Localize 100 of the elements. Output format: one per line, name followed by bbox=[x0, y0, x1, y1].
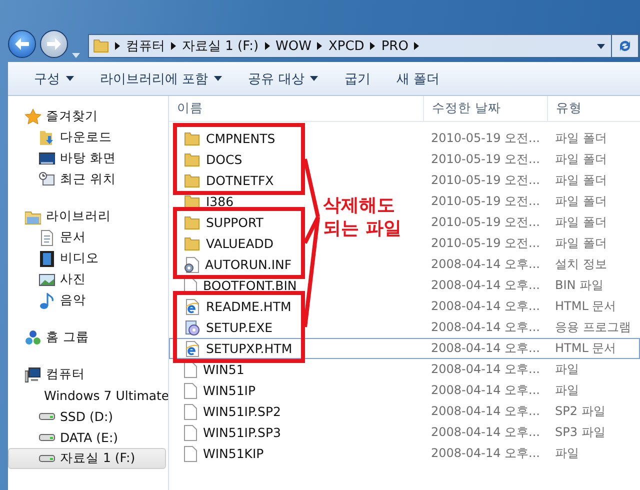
breadcrumb[interactable]: PRO bbox=[381, 38, 408, 54]
file-name-cell[interactable]: DOTNETFX bbox=[169, 170, 319, 191]
forward-arrow-icon bbox=[47, 38, 61, 50]
file-name-cell[interactable]: WIN51KIP bbox=[169, 443, 319, 464]
toolbar-button[interactable]: 새 폴더 bbox=[384, 66, 452, 92]
homegroup-icon bbox=[25, 330, 41, 346]
file-name-cell[interactable]: BOOTFONT.BIN bbox=[169, 275, 319, 296]
file-name-cell[interactable]: WIN51IP bbox=[169, 380, 319, 401]
file-name-cell[interactable]: AUTORUN.INF bbox=[169, 254, 319, 275]
file-icon bbox=[184, 424, 197, 440]
date-cell-text: 2010-05-19 오전... bbox=[430, 193, 541, 210]
caret-icon[interactable] bbox=[72, 53, 80, 58]
sidebar-item[interactable]: 비디오 bbox=[8, 248, 166, 269]
computer-icon bbox=[25, 366, 41, 382]
sidebar-item[interactable]: 라이브러리 bbox=[8, 206, 166, 227]
file-icon bbox=[184, 404, 197, 420]
folder-icon bbox=[184, 216, 200, 230]
type-cell-text: BIN 파일 bbox=[554, 277, 605, 294]
music-note-icon bbox=[39, 292, 55, 308]
file-icon bbox=[184, 446, 197, 462]
column-header[interactable]: 수정한 날짜 bbox=[423, 96, 547, 121]
sidebar-item[interactable]: 컴퓨터 bbox=[8, 364, 166, 385]
file-name-cell[interactable]: I386 bbox=[169, 191, 319, 212]
drive-icon bbox=[39, 434, 55, 441]
sidebar-item[interactable]: 바탕 화면 bbox=[8, 148, 166, 169]
library-folder-icon bbox=[25, 208, 41, 224]
type-cell-text: HTML 문서 bbox=[554, 298, 618, 315]
sidebar-item[interactable]: 문서 bbox=[8, 227, 166, 248]
chevron-icon bbox=[264, 42, 270, 50]
address-bar[interactable]: 컴퓨터 자료실 1 (F:) WOW XPCD PRO bbox=[88, 34, 640, 58]
type-cell-text: 파일 bbox=[554, 382, 580, 399]
toolbar-button[interactable]: 라이브러리에 포함 bbox=[88, 66, 234, 92]
date-cell: 2008-04-14 오후... bbox=[423, 338, 547, 359]
file-name-cell[interactable]: DOCS bbox=[169, 149, 319, 170]
breadcrumb[interactable]: 자료실 1 (F:) bbox=[182, 37, 259, 55]
type-cell-text: 설치 정보 bbox=[554, 256, 608, 273]
recent-places-icon bbox=[39, 172, 55, 188]
chevron-icon bbox=[115, 42, 120, 50]
toolbar-button[interactable]: 공유 대상 bbox=[236, 66, 330, 92]
date-cell-text: 2010-05-19 오전... bbox=[430, 151, 541, 168]
file-name-cell[interactable]: WIN51IP.SP3 bbox=[169, 422, 319, 443]
date-cell-text: 2008-04-14 오후... bbox=[430, 445, 541, 462]
file-name-cell[interactable]: README.HTM bbox=[169, 296, 319, 317]
type-cell-text: 파일 bbox=[554, 445, 580, 462]
date-cell-text: 2008-04-14 오후... bbox=[430, 382, 541, 399]
date-cell-text: 2008-04-14 오후... bbox=[430, 277, 541, 294]
sidebar-item[interactable]: SSD (D:) bbox=[8, 406, 166, 427]
sidebar-item[interactable]: 다운로드 bbox=[8, 127, 166, 148]
folder-icon bbox=[184, 152, 200, 166]
file-name-cell[interactable]: SETUP.EXE bbox=[169, 317, 319, 338]
file-name-cell[interactable]: CMPNENTS bbox=[169, 128, 319, 149]
sidebar-item[interactable]: 사진 bbox=[8, 269, 166, 290]
type-cell-text: 응용 프로그램 bbox=[554, 319, 632, 336]
folder-icon bbox=[184, 132, 200, 146]
date-cell-text: 2008-04-14 오후... bbox=[430, 403, 541, 420]
annotation-text: 삭제해도 되는 파일 bbox=[323, 194, 402, 241]
file-name-cell[interactable]: WIN51 bbox=[169, 359, 319, 380]
web-page-icon bbox=[184, 298, 200, 314]
folder-icon bbox=[184, 236, 200, 250]
type-cell-text: 파일 폴더 bbox=[554, 151, 608, 168]
forward-button[interactable] bbox=[40, 30, 68, 58]
column-header[interactable]: 이름 bbox=[169, 96, 423, 121]
sidebar-item[interactable]: DATA (E:) bbox=[8, 427, 166, 448]
back-button[interactable] bbox=[8, 30, 36, 58]
desktop-icon bbox=[39, 150, 55, 166]
web-page-icon bbox=[184, 340, 200, 356]
chevron-icon bbox=[317, 42, 322, 50]
sidebar-item[interactable]: 음악 bbox=[8, 290, 166, 311]
refresh-button[interactable] bbox=[611, 34, 639, 58]
sidebar-item[interactable]: 홈 그룹 bbox=[8, 327, 166, 348]
breadcrumb[interactable]: 컴퓨터 bbox=[126, 37, 165, 55]
film-icon bbox=[39, 250, 55, 266]
type-cell-text: 파일 폴더 bbox=[554, 193, 608, 210]
sidebar-item[interactable]: 최근 위치 bbox=[8, 169, 166, 190]
file-name-cell[interactable]: SETUPXP.HTM bbox=[169, 338, 319, 359]
file-name-cell[interactable]: WIN51IP.SP2 bbox=[169, 401, 319, 422]
download-folder-icon bbox=[39, 130, 55, 146]
date-cell-text: 2010-05-19 오전... bbox=[430, 172, 541, 189]
setup-icon bbox=[184, 320, 200, 336]
type-cell-text: 파일 bbox=[554, 361, 580, 378]
date-cell-text: 2010-05-19 오전... bbox=[430, 130, 541, 147]
document-icon bbox=[39, 230, 55, 246]
folder-icon bbox=[93, 39, 109, 53]
toolbar-button[interactable]: 굽기 bbox=[332, 66, 382, 92]
folder-icon bbox=[184, 174, 200, 188]
breadcrumb[interactable]: WOW bbox=[276, 38, 312, 54]
date-cell-text: 2008-04-14 오후... bbox=[430, 256, 541, 273]
date-cell-text: 2008-04-14 오후... bbox=[430, 361, 541, 378]
file-name-cell[interactable]: VALUEADD bbox=[169, 233, 319, 254]
folder-icon bbox=[184, 194, 200, 208]
date-cell-text: 2008-04-14 오후... bbox=[430, 424, 541, 441]
back-arrow-icon bbox=[15, 38, 29, 50]
column-header[interactable]: 유형 bbox=[547, 96, 640, 121]
file-name-cell[interactable]: SUPPORT bbox=[169, 212, 319, 233]
star-icon bbox=[25, 108, 41, 124]
toolbar-button[interactable]: 구성 bbox=[22, 66, 86, 92]
breadcrumb[interactable]: XPCD bbox=[328, 38, 364, 54]
sidebar-item[interactable]: 즐겨찾기 bbox=[8, 106, 166, 127]
sidebar-item[interactable]: 자료실 1 (F:) bbox=[8, 448, 166, 469]
type-cell-text: SP3 파일 bbox=[554, 424, 606, 441]
